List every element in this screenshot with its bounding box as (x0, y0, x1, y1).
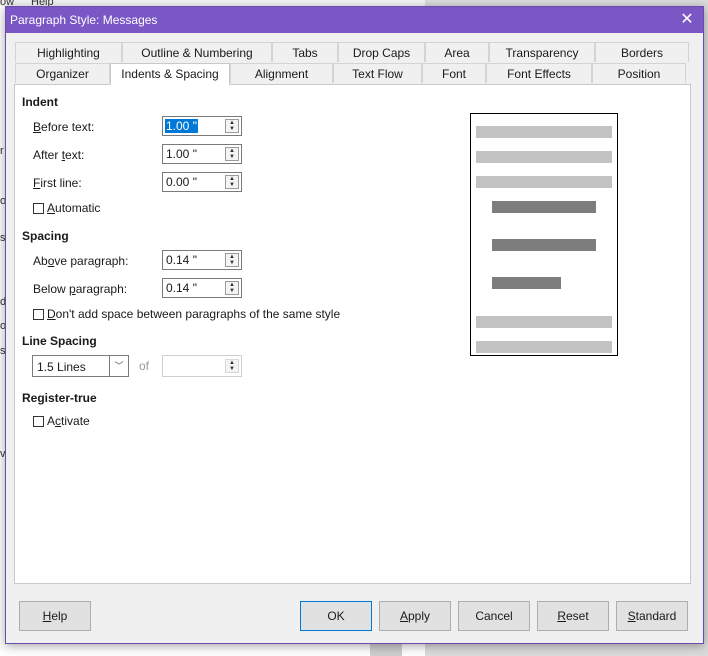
spacing-heading: Spacing (22, 229, 69, 243)
line-spacing-of-value[interactable] (165, 358, 167, 372)
preview-line-before (476, 126, 612, 138)
preview-line-after (476, 341, 612, 353)
reset-button[interactable]: Reset (537, 601, 609, 631)
spin-buttons[interactable]: ▲ ▼ (225, 175, 239, 189)
spin-buttons[interactable]: ▲ ▼ (225, 253, 239, 267)
paragraph-preview (470, 113, 618, 356)
below-paragraph-label: Below paragraph: (33, 282, 128, 296)
spin-down-icon[interactable]: ▼ (226, 288, 238, 294)
indents-spacing-panel: Indent Before text: 1.00 " ▲ ▼ After text… (14, 84, 691, 584)
tab-area[interactable]: Area (425, 42, 489, 62)
checkbox-box[interactable] (33, 415, 44, 427)
dont-add-space-label: Don't add space between paragraphs of th… (47, 307, 341, 321)
activate-checkbox[interactable]: Activate (33, 414, 90, 428)
tab-drop-caps[interactable]: Drop Caps (338, 42, 425, 62)
automatic-checkbox[interactable]: Automatic (33, 201, 100, 215)
tab-tabs[interactable]: Tabs (272, 42, 338, 62)
checkbox-box[interactable] (33, 202, 44, 214)
preview-line-before (476, 176, 612, 188)
before-text-spin[interactable]: 1.00 " ▲ ▼ (162, 116, 242, 136)
of-label: of (139, 359, 150, 373)
tab-row-bottom: Organizer Indents & Spacing Alignment Te… (15, 63, 686, 85)
above-paragraph-spin[interactable]: 0.14 " ▲ ▼ (162, 250, 242, 270)
line-spacing-heading: Line Spacing (22, 334, 97, 348)
line-spacing-of-spin[interactable]: ▲ ▼ (162, 355, 242, 377)
tab-position[interactable]: Position (592, 63, 686, 83)
spin-down-icon[interactable]: ▼ (226, 126, 238, 132)
below-paragraph-spin[interactable]: 0.14 " ▲ ▼ (162, 278, 242, 298)
line-spacing-value: 1.5 Lines (37, 360, 86, 374)
spin-buttons[interactable]: ▲ ▼ (225, 281, 239, 295)
paragraph-style-dialog: Paragraph Style: Messages ✕ Highlighting… (5, 6, 704, 644)
tab-outline-numbering[interactable]: Outline & Numbering (122, 42, 272, 62)
close-icon[interactable]: ✕ (677, 10, 697, 30)
checkbox-box[interactable] (33, 308, 44, 320)
spin-down-icon[interactable]: ▼ (226, 260, 238, 266)
standard-button[interactable]: Standard (616, 601, 688, 631)
register-true-heading: Register-true (22, 391, 97, 405)
help-button[interactable]: Help (19, 601, 91, 631)
before-text-value[interactable]: 1.00 " (165, 119, 198, 133)
before-text-label: Before text: (33, 120, 95, 134)
above-paragraph-value[interactable]: 0.14 " (165, 253, 198, 267)
dialog-title: Paragraph Style: Messages (10, 13, 158, 27)
tab-row-top: Highlighting Outline & Numbering Tabs Dr… (15, 42, 689, 63)
tab-alignment[interactable]: Alignment (230, 63, 333, 83)
tab-indents-spacing[interactable]: Indents & Spacing (110, 63, 230, 85)
tab-highlighting[interactable]: Highlighting (15, 42, 122, 62)
line-spacing-select[interactable]: 1.5 Lines ﹀ (32, 355, 129, 377)
spin-down-icon[interactable]: ▼ (226, 154, 238, 160)
above-paragraph-label: Above paragraph: (33, 254, 129, 268)
after-text-label: After text: (33, 148, 85, 162)
preview-line-current (492, 277, 561, 289)
first-line-label: First line: (33, 176, 82, 190)
spin-down-icon[interactable]: ▼ (226, 366, 238, 372)
tab-font[interactable]: Font (422, 63, 486, 83)
first-line-spin[interactable]: 0.00 " ▲ ▼ (162, 172, 242, 192)
spin-buttons[interactable]: ▲ ▼ (225, 147, 239, 161)
tab-transparency[interactable]: Transparency (489, 42, 595, 62)
tab-font-effects[interactable]: Font Effects (486, 63, 592, 83)
dont-add-space-checkbox[interactable]: Don't add space between paragraphs of th… (33, 307, 340, 321)
preview-line-current (492, 239, 596, 251)
automatic-label: Automatic (47, 201, 101, 215)
indent-heading: Indent (22, 95, 58, 109)
preview-line-current (492, 201, 596, 213)
tab-text-flow[interactable]: Text Flow (333, 63, 422, 83)
spin-down-icon[interactable]: ▼ (226, 182, 238, 188)
dialog-titlebar: Paragraph Style: Messages ✕ (6, 7, 703, 33)
apply-button[interactable]: Apply (379, 601, 451, 631)
tab-organizer[interactable]: Organizer (15, 63, 110, 83)
tab-borders[interactable]: Borders (595, 42, 689, 62)
spin-buttons[interactable]: ▲ ▼ (225, 359, 239, 373)
cancel-button[interactable]: Cancel (458, 601, 530, 631)
ok-button[interactable]: OK (300, 601, 372, 631)
after-text-value[interactable]: 1.00 " (165, 147, 198, 161)
first-line-value[interactable]: 0.00 " (165, 175, 198, 189)
after-text-spin[interactable]: 1.00 " ▲ ▼ (162, 144, 242, 164)
spin-buttons[interactable]: ▲ ▼ (225, 119, 239, 133)
below-paragraph-value[interactable]: 0.14 " (165, 281, 198, 295)
chevron-down-icon[interactable]: ﹀ (109, 356, 128, 376)
preview-line-before (476, 151, 612, 163)
preview-line-after (476, 316, 612, 328)
activate-label: Activate (47, 414, 90, 428)
